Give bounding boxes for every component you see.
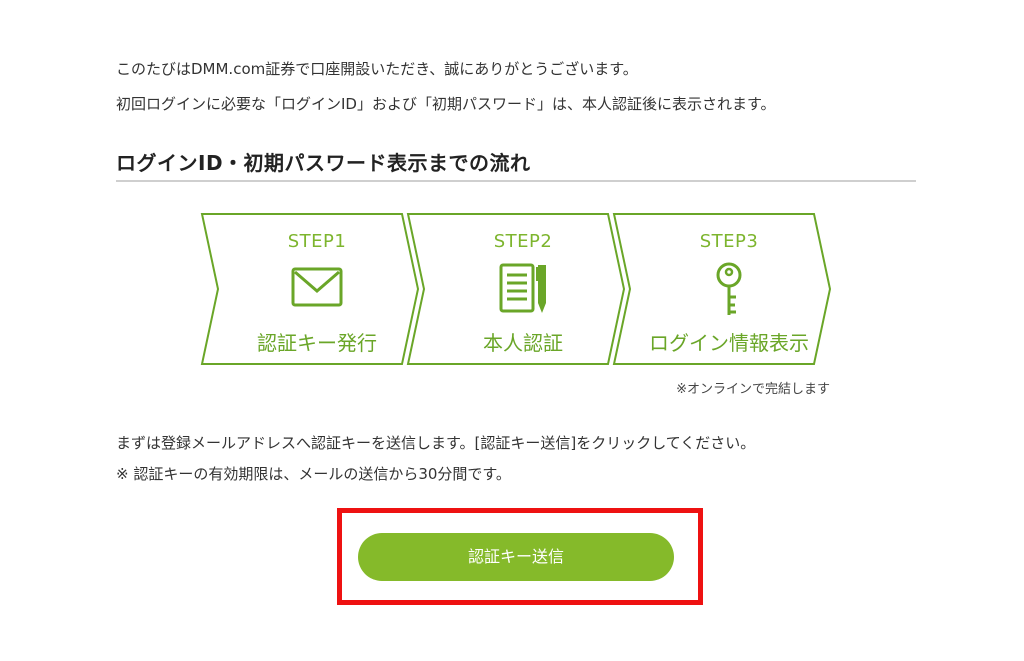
section-divider (116, 180, 916, 182)
intro-thanks-text: このたびはDMM.com証券で口座開設いただき、誠にありがとうございます。 (116, 60, 638, 78)
step1-title: 認証キー発行 (257, 331, 377, 355)
step-1: STEP1 認証キー発行 (212, 214, 422, 364)
send-auth-key-button[interactable]: 認証キー送信 (358, 533, 674, 581)
step-3: STEP3 ログイン情報表示 (624, 214, 834, 364)
auth-page: このたびはDMM.com証券で口座開設いただき、誠にありがとうございます。 初回… (0, 0, 1024, 661)
section-title: ログインID・初期パスワード表示までの流れ (116, 151, 531, 175)
key-icon (716, 262, 742, 315)
document-pen-icon (499, 263, 546, 313)
instruction-text: まずは登録メールアドレスへ認証キーを送信します。[認証キー送信]をクリックしてく… (116, 434, 756, 452)
expiry-note: ※ 認証キーの有効期限は、メールの送信から30分間です。 (116, 465, 511, 483)
step2-title: 本人認証 (483, 331, 563, 355)
step3-label: STEP3 (699, 231, 759, 252)
step1-label: STEP1 (287, 231, 347, 252)
intro-login-info-text: 初回ログインに必要な「ログインID」および「初期パスワード」は、本人認証後に表示… (116, 95, 776, 113)
step3-title: ログイン情報表示 (649, 331, 809, 355)
step2-label: STEP2 (493, 231, 553, 252)
online-note: ※オンラインで完結します (676, 382, 830, 397)
envelope-icon (291, 267, 343, 307)
step-2: STEP2 本人認証 (418, 214, 628, 364)
